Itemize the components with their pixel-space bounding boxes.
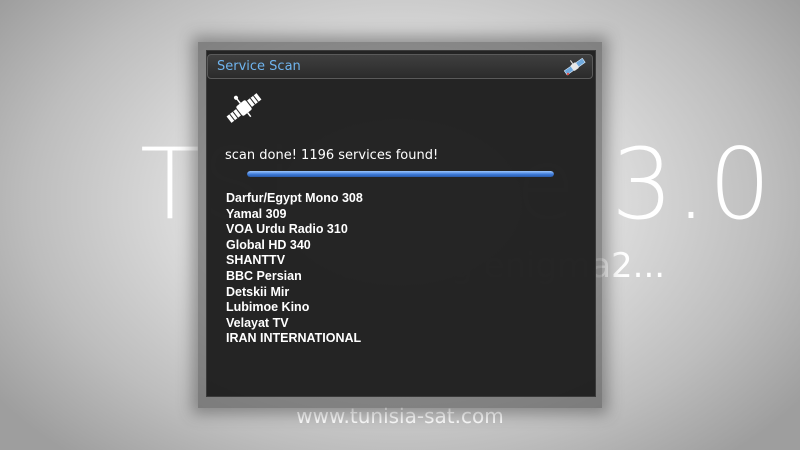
list-item: Detskii Mir <box>226 284 290 299</box>
dialog-title: Service Scan <box>217 59 301 74</box>
dialog-titlebar: Service Scan <box>207 54 593 79</box>
services-list: Darfur/Egypt Mono 308 Yamal 309 VOA Urdu R… <box>226 191 363 347</box>
service-scan-dialog: Service Scan scan done! 1196 services fo <box>206 50 596 397</box>
list-item: Lubimoe Kino <box>226 300 310 315</box>
scan-progress-fill <box>247 171 554 177</box>
list-item: Yamal 309 <box>226 206 287 221</box>
list-item: VOA Urdu Radio 310 <box>226 222 348 237</box>
list-item: IRAN INTERNATIONAL <box>226 331 362 346</box>
list-item: BBC Persian <box>226 268 302 283</box>
satellite-icon <box>226 93 262 123</box>
list-item: Velayat TV <box>226 315 289 330</box>
list-item: SHANTTV <box>226 253 286 268</box>
satellite-icon <box>563 57 586 76</box>
list-item: Global HD 340 <box>226 237 311 252</box>
list-item: Darfur/Egypt Mono 308 <box>226 191 363 205</box>
scan-status-text: scan done! 1196 services found! <box>225 148 439 163</box>
scan-progress-bar <box>247 171 554 177</box>
